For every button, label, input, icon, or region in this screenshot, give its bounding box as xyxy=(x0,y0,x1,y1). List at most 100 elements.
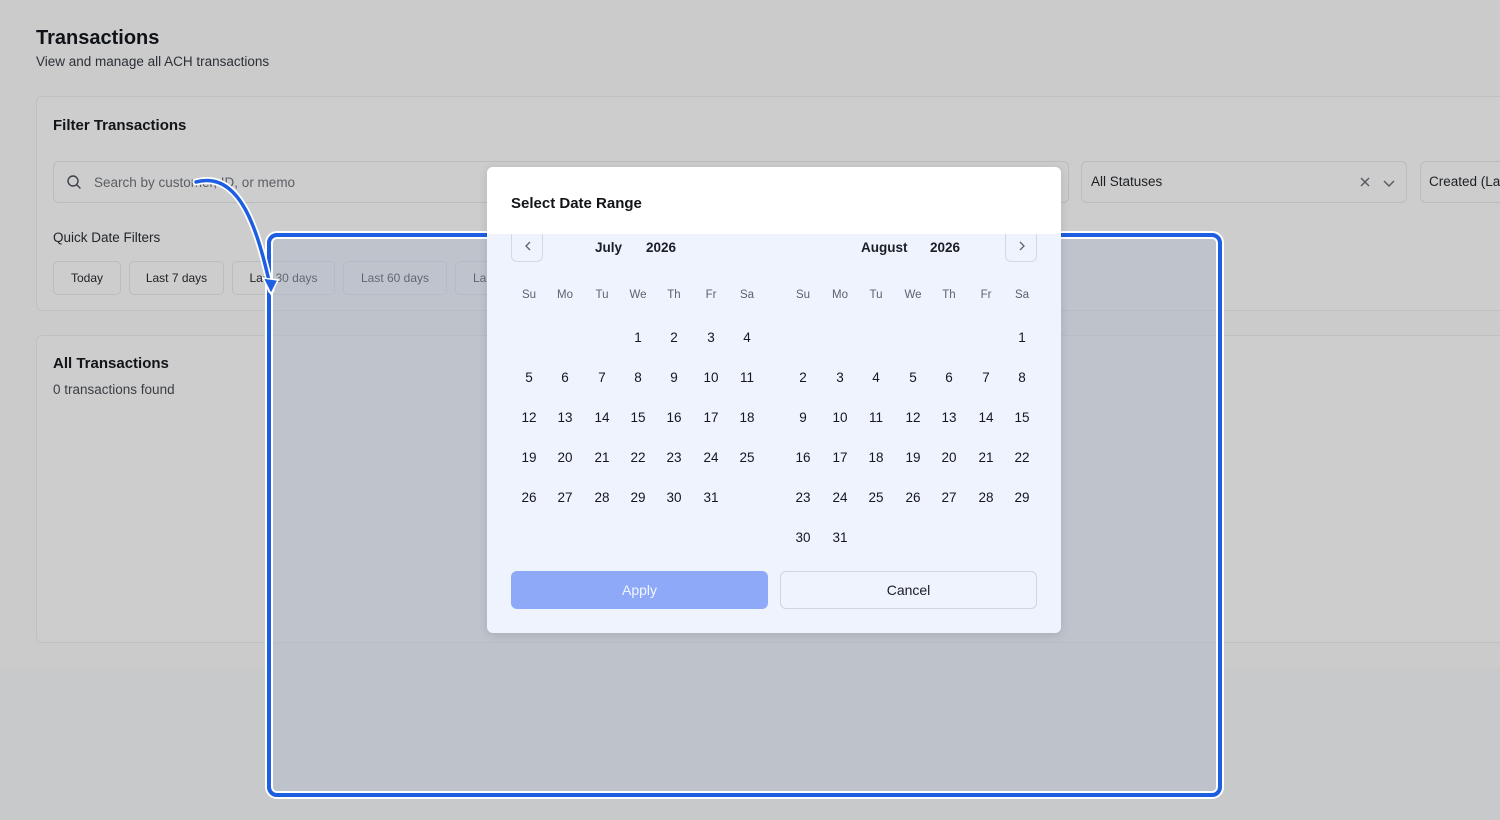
calendar-day[interactable]: 7 xyxy=(584,363,620,393)
calendar-day[interactable]: 6 xyxy=(931,363,967,393)
calendar-day[interactable]: 22 xyxy=(1004,443,1040,473)
calendar-day[interactable]: 16 xyxy=(785,443,821,473)
calendar-day[interactable]: 5 xyxy=(511,363,547,393)
calendar-day[interactable]: 3 xyxy=(822,363,858,393)
calendar-day[interactable]: 12 xyxy=(511,403,547,433)
calendar-day[interactable]: 28 xyxy=(584,483,620,513)
calendar-day[interactable]: 25 xyxy=(858,483,894,513)
calendar-day[interactable]: 3 xyxy=(693,323,729,353)
calendar-day[interactable]: 16 xyxy=(656,403,692,433)
prev-month-button[interactable] xyxy=(511,234,543,262)
chevron-down-icon xyxy=(1383,180,1395,187)
next-month-button[interactable] xyxy=(1005,234,1037,262)
calendar-day[interactable]: 22 xyxy=(620,443,656,473)
calendar-day[interactable]: 15 xyxy=(1004,403,1040,433)
status-select-value: All Statuses xyxy=(1091,174,1163,189)
calendar-day[interactable]: 17 xyxy=(693,403,729,433)
calendar-day[interactable]: 30 xyxy=(785,523,821,553)
calendar-day[interactable]: 4 xyxy=(858,363,894,393)
calendar-day[interactable]: 21 xyxy=(968,443,1004,473)
weekday-label: Fr xyxy=(705,289,717,301)
calendar-day[interactable]: 21 xyxy=(584,443,620,473)
calendar-day[interactable]: 14 xyxy=(584,403,620,433)
created-sort-select[interactable]: Created (La xyxy=(1420,161,1500,203)
calendar-day[interactable]: 4 xyxy=(729,323,765,353)
filter-card-title: Filter Transactions xyxy=(53,117,187,134)
weekday-label: Tu xyxy=(869,289,883,301)
calendar-day[interactable]: 15 xyxy=(620,403,656,433)
calendar-day[interactable]: 6 xyxy=(547,363,583,393)
modal-header: Select Date Range xyxy=(487,167,1061,234)
calendar-day[interactable]: 20 xyxy=(931,443,967,473)
transactions-count: 0 transactions found xyxy=(53,382,175,397)
status-select[interactable]: All Statuses xyxy=(1081,161,1407,203)
calendar-day[interactable]: 24 xyxy=(822,483,858,513)
chip-today[interactable]: Today xyxy=(53,261,121,295)
calendar-day[interactable]: 30 xyxy=(656,483,692,513)
calendar-day[interactable]: 29 xyxy=(620,483,656,513)
chip-last-7-days[interactable]: Last 7 days xyxy=(129,261,224,295)
weekday-label: Tu xyxy=(595,289,609,301)
calendar-day[interactable]: 31 xyxy=(693,483,729,513)
calendar-day[interactable]: 2 xyxy=(656,323,692,353)
calendar-day[interactable]: 20 xyxy=(547,443,583,473)
calendar-day[interactable]: 19 xyxy=(895,443,931,473)
calendar-day[interactable]: 10 xyxy=(822,403,858,433)
month-year-1[interactable]: 2026 xyxy=(646,240,676,255)
calendar-day[interactable]: 12 xyxy=(895,403,931,433)
chevron-left-icon xyxy=(525,241,531,251)
calendar-day[interactable]: 10 xyxy=(693,363,729,393)
calendar-day[interactable]: 23 xyxy=(785,483,821,513)
calendar-day[interactable]: 7 xyxy=(968,363,1004,393)
calendar-day[interactable]: 26 xyxy=(895,483,931,513)
calendar-day[interactable]: 11 xyxy=(729,363,765,393)
calendar-day[interactable]: 17 xyxy=(822,443,858,473)
calendar-day[interactable]: 25 xyxy=(729,443,765,473)
month-name-1[interactable]: July xyxy=(595,240,622,255)
calendar-day[interactable]: 27 xyxy=(547,483,583,513)
calendar-day[interactable]: 19 xyxy=(511,443,547,473)
apply-button[interactable]: Apply xyxy=(511,571,768,609)
calendar-day[interactable]: 8 xyxy=(620,363,656,393)
calendar-day[interactable]: 2 xyxy=(785,363,821,393)
calendar-day[interactable]: 23 xyxy=(656,443,692,473)
calendar-day[interactable]: 13 xyxy=(931,403,967,433)
transactions-title: All Transactions xyxy=(53,355,169,372)
calendar-day[interactable]: 5 xyxy=(895,363,931,393)
calendar-day[interactable]: 24 xyxy=(693,443,729,473)
date-range-modal: Select Date Range July 2026 August 2026 … xyxy=(487,167,1061,633)
calendar-day[interactable]: 18 xyxy=(858,443,894,473)
calendar-day[interactable]: 13 xyxy=(547,403,583,433)
chevron-right-icon xyxy=(1019,241,1025,251)
quick-date-filters-label: Quick Date Filters xyxy=(53,230,161,245)
calendar-day[interactable]: 9 xyxy=(785,403,821,433)
calendar-day[interactable]: 1 xyxy=(1004,323,1040,353)
month-year-2[interactable]: 2026 xyxy=(930,240,960,255)
calendar-day[interactable]: 27 xyxy=(931,483,967,513)
weekday-label: Sa xyxy=(1014,289,1030,301)
created-sort-value: Created (La xyxy=(1429,174,1500,189)
weekday-label: Th xyxy=(942,289,956,301)
calendar-day[interactable]: 18 xyxy=(729,403,765,433)
calendar-day[interactable]: 31 xyxy=(822,523,858,553)
month-name-2[interactable]: August xyxy=(861,240,908,255)
calendar-day[interactable]: 8 xyxy=(1004,363,1040,393)
weekday-label: Th xyxy=(667,289,681,301)
calendar-day[interactable]: 1 xyxy=(620,323,656,353)
cancel-button[interactable]: Cancel xyxy=(780,571,1037,609)
calendar-day[interactable]: 29 xyxy=(1004,483,1040,513)
calendar-day[interactable]: 9 xyxy=(656,363,692,393)
calendar-day[interactable]: 11 xyxy=(858,403,894,433)
clear-icon[interactable] xyxy=(1358,175,1372,189)
weekday-label: Sa xyxy=(739,289,755,301)
page-subtitle: View and manage all ACH transactions xyxy=(36,54,270,69)
page-title: Transactions xyxy=(36,27,160,49)
weekday-label: Su xyxy=(521,289,537,301)
weekday-label: We xyxy=(904,289,922,301)
modal-title: Select Date Range xyxy=(511,195,642,212)
calendar-day[interactable]: 14 xyxy=(968,403,1004,433)
weekday-label: Mo xyxy=(832,289,848,301)
calendar-day[interactable]: 28 xyxy=(968,483,1004,513)
weekday-label: Mo xyxy=(557,289,573,301)
calendar-day[interactable]: 26 xyxy=(511,483,547,513)
